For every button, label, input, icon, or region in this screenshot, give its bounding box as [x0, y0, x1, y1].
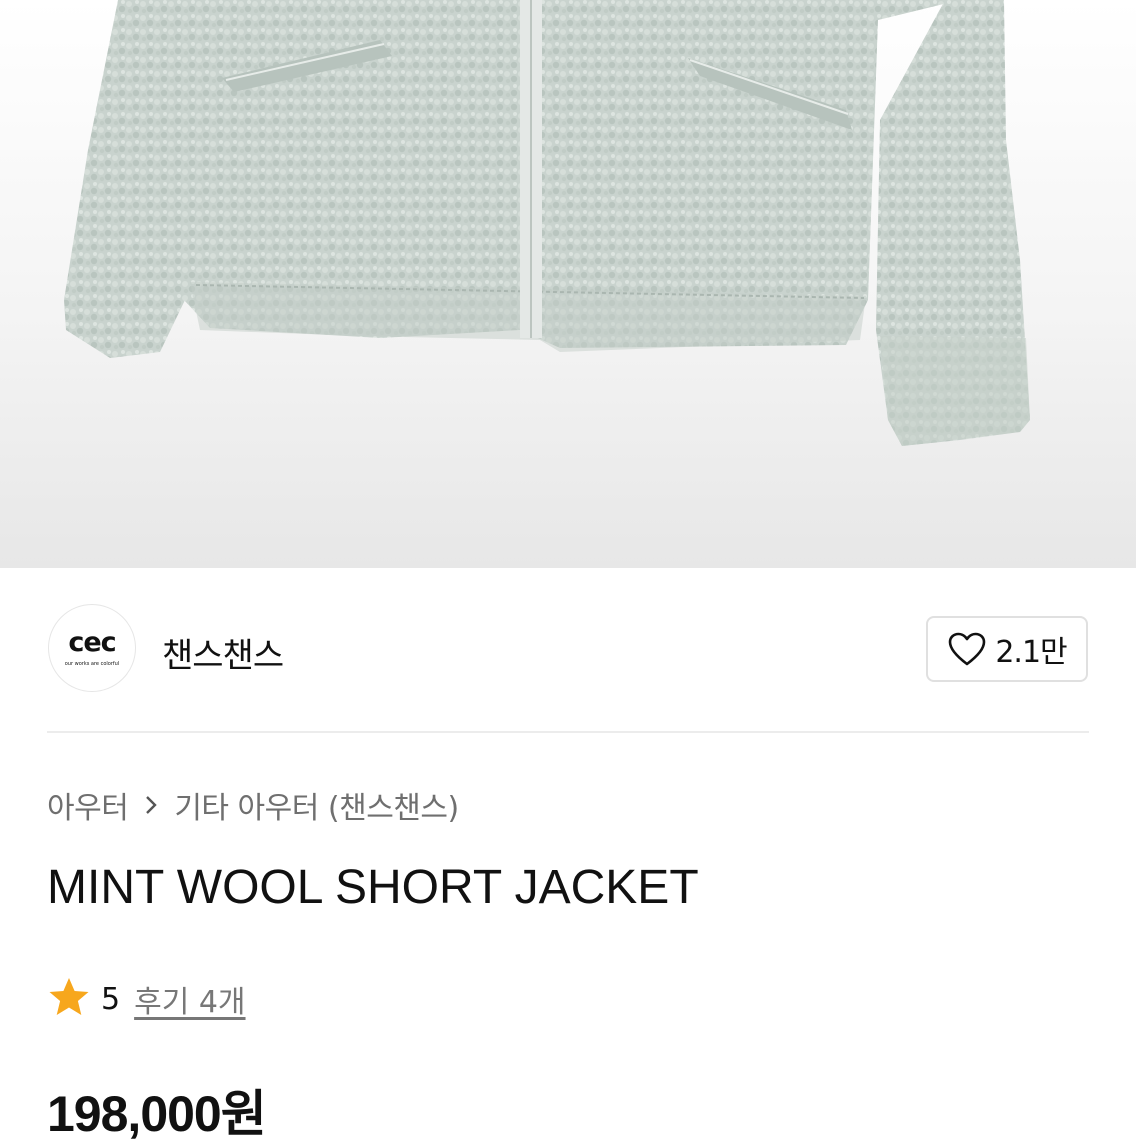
breadcrumb-subcategory[interactable]: 기타 아우터 (챈스챈스) — [174, 783, 459, 827]
product-title: MINT WOOL SHORT JACKET — [47, 861, 699, 914]
wishlist-count: 2.1만 — [995, 635, 1067, 670]
seller-row: cec our works are colorful 챈스챈스 2.1만 — [0, 568, 1136, 730]
product-image[interactable] — [0, 0, 1136, 568]
star-icon — [47, 976, 91, 1022]
rating-value: 5 — [101, 981, 121, 1017]
logo-text: cec — [68, 627, 116, 658]
review-count-link[interactable]: 후기 4개 — [134, 977, 245, 1021]
product-price: 198,000원 — [47, 1086, 267, 1142]
breadcrumb: 아우터 기타 아우터 (챈스챈스) — [47, 783, 459, 827]
logo-tagline: our works are colorful — [64, 661, 120, 667]
rating-row: 5 후기 4개 — [47, 976, 246, 1022]
divider — [47, 731, 1089, 733]
heart-outline-icon — [947, 631, 987, 667]
chevron-right-icon — [144, 794, 158, 816]
jacket-photo — [64, 0, 1030, 446]
wishlist-button[interactable]: 2.1만 — [926, 616, 1088, 682]
seller-logo[interactable]: cec our works are colorful — [48, 604, 136, 692]
breadcrumb-category[interactable]: 아우터 — [47, 783, 129, 827]
seller-name[interactable]: 챈스챈스 — [162, 628, 284, 677]
